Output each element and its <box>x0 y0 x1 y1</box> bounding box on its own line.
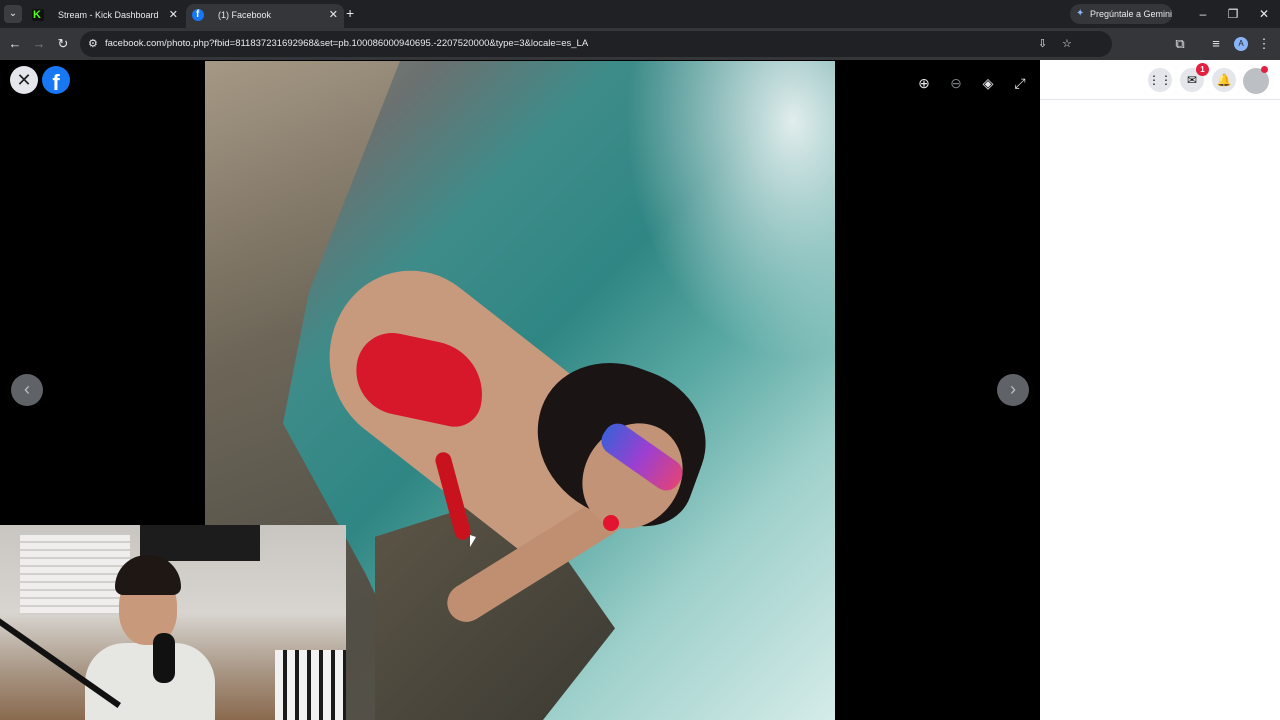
url-text[interactable]: facebook.com/photo.php?fbid=811837231692… <box>105 31 588 57</box>
zoom-in-icon[interactable]: ⊕ <box>913 72 935 94</box>
close-tab-icon[interactable]: ✕ <box>329 4 338 26</box>
next-photo-button[interactable]: › <box>997 374 1029 406</box>
microphone-icon <box>153 633 175 683</box>
kick-icon <box>32 4 44 26</box>
profile-avatar[interactable]: A <box>1234 37 1248 51</box>
restore-icon[interactable]: ❐ <box>1220 4 1246 24</box>
address-bar[interactable]: ⚙ facebook.com/photo.php?fbid=8118372316… <box>80 31 1112 57</box>
new-tab-button[interactable]: + <box>346 4 354 22</box>
window-close-icon[interactable]: ✕ <box>1251 4 1277 24</box>
facebook-icon <box>192 4 204 26</box>
close-tab-icon[interactable]: ✕ <box>169 4 178 26</box>
tag-icon[interactable]: ◈ <box>977 72 999 94</box>
tab-facebook[interactable]: (1) Facebook ✕ <box>186 4 344 28</box>
browser-toolbar: ← → ↻ ⚙ facebook.com/photo.php?fbid=8118… <box>0 28 1280 60</box>
close-viewer-button[interactable]: ✕ <box>10 66 38 94</box>
extensions-icon[interactable]: ⧉ <box>1170 34 1190 54</box>
back-icon[interactable]: ← <box>5 34 25 54</box>
tab-search-button[interactable]: ⌄ <box>4 5 22 23</box>
webcam-overlay <box>0 525 346 720</box>
fullscreen-icon[interactable]: ⤢ <box>1009 72 1031 94</box>
notifications-bell-icon[interactable]: 🔔 <box>1212 68 1236 92</box>
facebook-logo-icon[interactable]: f <box>42 66 70 94</box>
gemini-button[interactable]: ✦ Pregúntale a Gemini <box>1070 4 1172 24</box>
tab-title: Stream - Kick Dashboard <box>58 10 159 20</box>
gemini-spark-icon: ✦ <box>1076 8 1085 19</box>
menu-grid-icon[interactable]: ⋮⋮ <box>1148 68 1172 92</box>
bookmark-star-icon[interactable]: ☆ <box>1062 34 1072 54</box>
tab-title: (1) Facebook <box>218 10 272 20</box>
forward-icon[interactable]: → <box>29 34 49 54</box>
browser-tab-bar: ⌄ Stream - Kick Dashboard ✕ (1) Facebook… <box>0 0 1280 28</box>
previous-photo-button[interactable]: ‹ <box>11 374 43 406</box>
messenger-badge: 1 <box>1196 63 1209 76</box>
panel-header: ⋮⋮ ✉ 🔔 <box>1040 60 1280 100</box>
install-app-icon[interactable]: ⇩ <box>1038 34 1047 54</box>
chrome-menu-icon[interactable]: ⋮ <box>1254 34 1274 54</box>
reading-list-icon[interactable]: ≡ <box>1206 34 1226 54</box>
photo-details-panel: ⋮⋮ ✉ 🔔 <box>1040 60 1280 720</box>
gemini-label: Pregúntale a Gemini <box>1090 9 1173 19</box>
minimize-icon[interactable]: – <box>1190 4 1216 24</box>
site-info-icon[interactable]: ⚙ <box>88 34 98 54</box>
mouse-cursor-icon <box>470 535 476 547</box>
zoom-out-icon[interactable]: ⊖ <box>945 72 967 94</box>
reload-icon[interactable]: ↻ <box>53 34 73 54</box>
account-avatar[interactable] <box>1243 66 1269 94</box>
tab-kick-dashboard[interactable]: Stream - Kick Dashboard ✕ <box>26 4 184 28</box>
